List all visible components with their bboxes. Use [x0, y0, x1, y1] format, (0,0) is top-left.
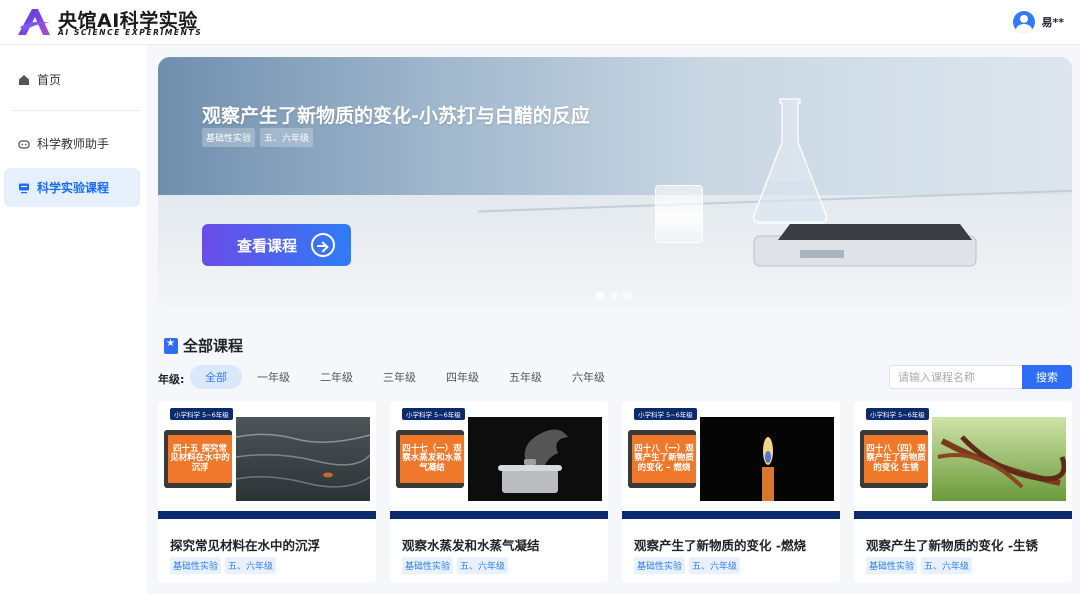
course-card[interactable]: 小学科学 5~6年级 四十八（一）观察产生了新物质的变化 – 燃烧 观察产生了新…	[622, 401, 840, 583]
user-menu[interactable]: 易**	[1013, 11, 1064, 33]
view-course-label: 查看课程	[237, 236, 298, 255]
course-badge: 小学科学 5~6年级	[402, 408, 465, 420]
course-title: 探究常见材料在水中的沉浮	[170, 538, 321, 553]
grade-filter-tabs: 全部 一年级 二年级 三年级 四年级 五年级 六年级	[190, 365, 620, 389]
robot-icon	[18, 139, 30, 149]
course-tag: 五、六年级	[921, 557, 973, 574]
cover-bar	[158, 511, 376, 519]
course-tags: 基础性实验 五、六年级	[866, 557, 973, 574]
cover-title: 四十八（一）观察产生了新物质的变化 – 燃烧	[632, 435, 696, 483]
course-search-input[interactable]	[889, 365, 1023, 389]
course-cover: 小学科学 5~6年级 四十八（四）观察产生了新物质的变化 生锈	[854, 401, 1072, 511]
course-card[interactable]: 小学科学 5~6年级 四十五 探究常见材料在水中的沉浮 探究常见材料在水中的沉浮…	[158, 401, 376, 583]
section-title: 全部课程	[164, 335, 243, 356]
section-title-text: 全部课程	[183, 337, 244, 355]
sidebar: 首页 科学教师助手 科学实验课程	[0, 45, 147, 594]
course-tag: 五、六年级	[457, 557, 509, 574]
water-photo	[236, 417, 370, 501]
cover-title: 四十五 探究常见材料在水中的沉浮	[168, 435, 232, 483]
carousel-dots	[596, 292, 632, 300]
arrow-right-icon	[311, 233, 335, 257]
course-card[interactable]: 小学科学 5~6年级 四十七（一）观察水蒸发和水蒸气凝结 观察水蒸发和水蒸气凝结…	[390, 401, 608, 583]
course-tag: 五、六年级	[689, 557, 741, 574]
grade-tab-6[interactable]: 六年级	[557, 365, 620, 389]
sidebar-item-teacher-assistant[interactable]: 科学教师助手	[4, 124, 140, 163]
course-badge: 小学科学 5~6年级	[866, 408, 929, 420]
course-badge: 小学科学 5~6年级	[170, 408, 233, 420]
sidebar-item-courses[interactable]: 科学实验课程	[4, 168, 140, 207]
course-tag: 基础性实验	[866, 557, 918, 574]
grade-tab-all[interactable]: 全部	[190, 365, 242, 389]
course-tag: 五、六年级	[225, 557, 277, 574]
banner-tag: 基础性实验	[202, 128, 256, 147]
course-title: 观察产生了新物质的变化 -生锈	[866, 538, 1039, 553]
course-tags: 基础性实验 五、六年级	[402, 557, 509, 574]
course-cover: 小学科学 5~6年级 四十七（一）观察水蒸发和水蒸气凝结	[390, 401, 608, 511]
cover-title: 四十八（四）观察产生了新物质的变化 生锈	[864, 435, 928, 483]
carousel-dot[interactable]	[624, 292, 632, 300]
steam-photo	[468, 417, 602, 501]
sidebar-item-label: 科学实验课程	[37, 181, 110, 195]
grade-tab-2[interactable]: 二年级	[305, 365, 368, 389]
grade-filter-label: 年级:	[158, 373, 185, 386]
bookmark-star-icon	[164, 337, 178, 354]
flask-image	[752, 98, 828, 224]
course-icon	[19, 183, 29, 193]
course-tag: 基础性实验	[170, 557, 222, 574]
sidebar-item-label: 首页	[37, 73, 62, 87]
course-tag: 基础性实验	[634, 557, 686, 574]
course-title: 观察产生了新物质的变化 -燃烧	[634, 538, 807, 553]
user-name[interactable]: 易**	[1041, 14, 1064, 30]
cover-bar	[390, 511, 608, 519]
home-icon	[19, 74, 29, 85]
course-badge: 小学科学 5~6年级	[634, 408, 697, 420]
course-tags: 基础性实验 五、六年级	[634, 557, 741, 574]
search-button[interactable]: 搜索	[1022, 365, 1072, 389]
sidebar-item-home[interactable]: 首页	[4, 60, 140, 99]
grade-tab-1[interactable]: 一年级	[242, 365, 305, 389]
course-tags: 基础性实验 五、六年级	[170, 557, 277, 574]
sidebar-item-label: 科学教师助手	[37, 137, 110, 151]
jar-image	[655, 185, 703, 243]
rust-photo	[932, 417, 1066, 501]
course-title: 观察水蒸发和水蒸气凝结	[402, 538, 540, 553]
course-tag: 基础性实验	[402, 557, 454, 574]
course-cover: 小学科学 5~6年级 四十八（一）观察产生了新物质的变化 – 燃烧	[622, 401, 840, 511]
banner-title: 观察产生了新物质的变化-小苏打与白醋的反应	[202, 105, 590, 127]
view-course-button[interactable]: 查看课程	[202, 224, 351, 266]
grade-tab-4[interactable]: 四年级	[431, 365, 494, 389]
hero-banner[interactable]: 观察产生了新物质的变化-小苏打与白醋的反应 基础性实验 五、六年级 查看课程	[158, 57, 1072, 308]
grade-tab-5[interactable]: 五年级	[494, 365, 557, 389]
sidebar-divider	[12, 110, 140, 111]
cover-bar	[622, 511, 840, 519]
scale-image	[753, 224, 977, 267]
cover-bar	[854, 511, 1072, 519]
banner-tags: 基础性实验 五、六年级	[202, 128, 314, 147]
avatar[interactable]	[1013, 11, 1036, 33]
carousel-dot[interactable]	[596, 292, 604, 300]
course-card[interactable]: 小学科学 5~6年级 四十八（四）观察产生了新物质的变化 生锈 观察产生了新物质…	[854, 401, 1072, 583]
candle-photo	[700, 417, 834, 501]
grade-tab-3[interactable]: 三年级	[368, 365, 431, 389]
cover-title: 四十七（一）观察水蒸发和水蒸气凝结	[400, 435, 464, 483]
brand-logo-icon[interactable]	[16, 7, 52, 37]
banner-tag: 五、六年级	[260, 128, 314, 147]
carousel-dot[interactable]	[610, 292, 618, 300]
brand-subtitle: AI SCIENCE EXPERIMENTS	[58, 28, 203, 37]
course-cover: 小学科学 5~6年级 四十五 探究常见材料在水中的沉浮	[158, 401, 376, 511]
top-header: 央馆AI科学实验 AI SCIENCE EXPERIMENTS 易**	[0, 0, 1080, 45]
